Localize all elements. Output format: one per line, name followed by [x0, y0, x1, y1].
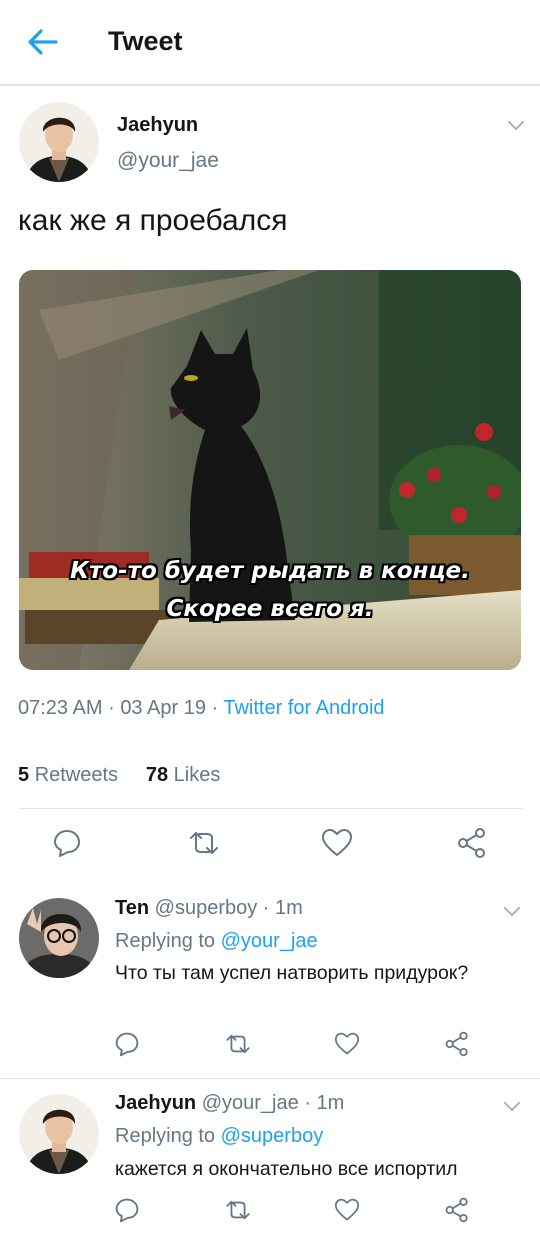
share-icon[interactable] [443, 1196, 471, 1224]
back-arrow-icon[interactable] [22, 24, 62, 60]
divider [0, 1078, 540, 1079]
like-icon[interactable] [320, 826, 354, 860]
replying-to-label: Replying to [115, 1125, 216, 1147]
like-icon[interactable] [333, 1030, 361, 1058]
avatar[interactable] [19, 1094, 99, 1174]
tweet-date: 03 Apr 19 [120, 697, 206, 719]
likes-stat[interactable]: 78 Likes [146, 764, 221, 786]
retweet-icon[interactable] [223, 1030, 253, 1058]
image-caption-line-2: Скорее всего я. [166, 596, 374, 622]
tweet-stats: 5 Retweets 78 Likes [18, 764, 220, 787]
divider [18, 808, 522, 809]
image-caption-line-1: Кто-то будет рыдать в конце. [70, 558, 470, 584]
separator-dot: · [211, 697, 219, 719]
likes-label: Likes [173, 764, 221, 786]
separator-dot: · [108, 697, 115, 719]
retweets-label: Retweets [34, 764, 119, 786]
reply-time: 1m [316, 1092, 345, 1114]
reply-header: Jaehyun @your_jae · 1m [115, 1092, 344, 1115]
author-handle[interactable]: @your_jae [117, 149, 219, 173]
separator-dot: · [262, 897, 270, 919]
tweet-image[interactable]: Кто-то будет рыдать в конце. Скорее всег… [19, 270, 521, 670]
page-title: Tweet [108, 26, 183, 56]
reply-author-handle[interactable]: @superboy [155, 897, 258, 919]
retweet-icon[interactable] [223, 1196, 253, 1224]
reply-text: Что ты там успел натворить придурок? [115, 962, 469, 984]
replying-to-label: Replying to [115, 930, 216, 952]
like-icon[interactable] [333, 1196, 361, 1224]
author-name[interactable]: Jaehyun [117, 114, 198, 137]
retweets-count: 5 [18, 764, 30, 786]
retweets-stat[interactable]: 5 Retweets [18, 764, 118, 786]
reply-time: 1m [275, 897, 303, 919]
chevron-down-icon[interactable] [506, 118, 526, 132]
top-bar: Tweet [0, 0, 540, 86]
avatar[interactable] [19, 102, 99, 182]
replying-to: Replying to @superboy [115, 1125, 323, 1148]
reply-icon[interactable] [113, 1030, 141, 1058]
share-icon[interactable] [455, 826, 489, 860]
reply-icon[interactable] [113, 1196, 141, 1224]
retweet-icon[interactable] [186, 826, 222, 860]
tweet-source-link[interactable]: Twitter for Android [223, 697, 384, 719]
tweet-time: 07:23 AM [18, 697, 103, 719]
reply-text: кажется я окончательно все испортил [115, 1158, 458, 1180]
reply-author-name[interactable]: Ten [115, 897, 149, 919]
avatar[interactable] [19, 898, 99, 978]
reply-author-handle[interactable]: @your_jae [202, 1092, 299, 1114]
replying-to-link[interactable]: @your_jae [221, 930, 318, 952]
likes-count: 78 [145, 764, 169, 786]
share-icon[interactable] [443, 1030, 471, 1058]
separator-dot: · [304, 1092, 311, 1114]
replying-to: Replying to @your_jae [115, 930, 318, 953]
replying-to-link[interactable]: @superboy [221, 1125, 324, 1147]
chevron-down-icon[interactable] [502, 904, 522, 918]
chevron-down-icon[interactable] [502, 1099, 522, 1113]
reply-author-name[interactable]: Jaehyun [115, 1092, 196, 1114]
reply-header: Ten @superboy · 1m [115, 897, 303, 920]
reply-icon[interactable] [50, 826, 84, 860]
tweet-metadata: 07:23 AM · 03 Apr 19 · Twitter for Andro… [18, 697, 385, 720]
tweet-text: как же я проебался [18, 204, 288, 237]
